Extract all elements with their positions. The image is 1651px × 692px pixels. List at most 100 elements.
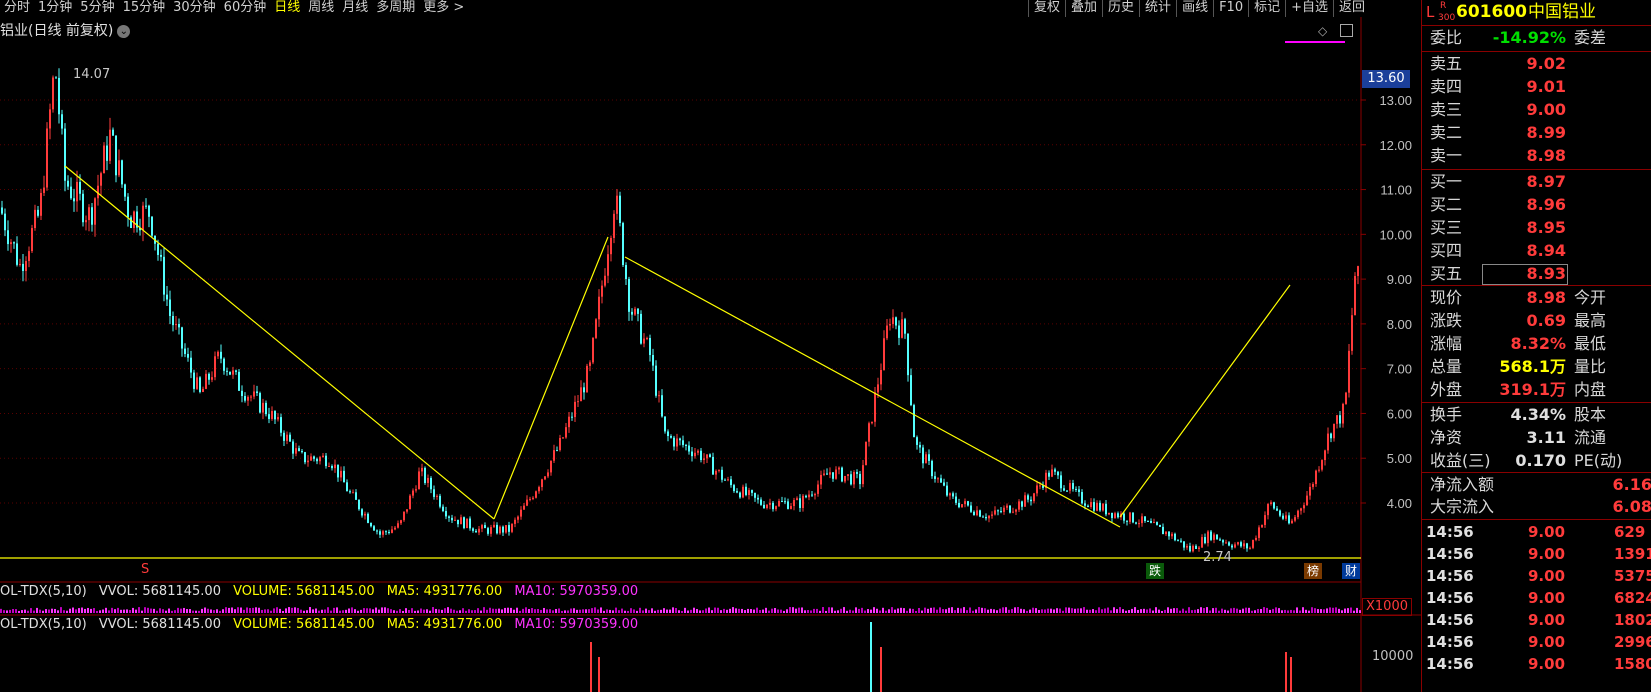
quote-value: 8.99 — [1526, 123, 1566, 142]
tool-button[interactable]: 历史 — [1102, 0, 1139, 17]
quote-value: 4.34% — [1510, 405, 1566, 424]
market-prefix: L — [1426, 3, 1435, 21]
quote-row: 涨幅 8.32% 最低 — [1426, 333, 1651, 355]
trend-line[interactable] — [1119, 284, 1291, 518]
tool-button[interactable]: 叠加 — [1065, 0, 1102, 17]
y-tick-label: 4.00 — [1387, 496, 1412, 511]
quote-row: 卖一 8.98 — [1426, 145, 1651, 167]
tool-button[interactable]: +自选 — [1285, 0, 1333, 17]
ma5-label: MA5: 4931776.00 — [386, 617, 503, 632]
quote-row: 外盘 319.1万 内盘 — [1426, 379, 1651, 401]
tick-price: 9.00 — [1528, 589, 1566, 607]
y-tick-label: 13.00 — [1379, 93, 1412, 108]
y-tick-label: 9.00 — [1387, 272, 1412, 287]
quote-row: 卖三 9.00 — [1426, 99, 1651, 121]
tick-price: 9.00 — [1528, 655, 1566, 673]
tick-price: 9.00 — [1528, 545, 1566, 563]
maximize-icon[interactable] — [1340, 24, 1353, 37]
quote-value: 0.69 — [1526, 311, 1566, 330]
volume-scale: X1000 — [1362, 598, 1412, 616]
tick-row: 14:56 9.00 2996 — [1426, 631, 1651, 653]
tick-row: 14:56 9.00 6824 — [1426, 587, 1651, 609]
tick-price: 9.00 — [1528, 567, 1566, 585]
quote-label-2: 股本 — [1574, 405, 1607, 424]
quote-label-2: 今开 — [1574, 288, 1607, 307]
tool-button[interactable]: 画线 — [1176, 0, 1213, 17]
cai-marker[interactable]: 财 — [1342, 563, 1360, 579]
quote-value: 8.98 — [1526, 288, 1566, 307]
quote-value: 8.94 — [1526, 241, 1566, 260]
quote-row: 买四 8.94 — [1426, 240, 1651, 262]
quote-value: 8.96 — [1526, 195, 1566, 214]
chevron-down-icon[interactable]: ⌄ — [117, 25, 131, 38]
quote-value: 8.32% — [1510, 334, 1566, 353]
weibi-value: -14.92% — [1492, 28, 1566, 47]
tick-time: 14:56 — [1426, 633, 1474, 651]
chart-title: 铝业(日线 前复权) ⌄ — [0, 20, 131, 40]
period-tab[interactable]: 分时 — [0, 0, 34, 17]
period-tab[interactable]: 1分钟 — [34, 0, 76, 17]
trend-line[interactable] — [64, 165, 495, 520]
period-tab[interactable]: 30分钟 — [169, 0, 220, 17]
quote-value: 9.01 — [1526, 77, 1566, 96]
stock-header: L R 300 601600 中国铝业 — [1426, 0, 1651, 24]
quote-value: 8.98 — [1526, 146, 1566, 165]
quote-value: 8.97 — [1526, 172, 1566, 191]
quote-label: 涨跌 — [1430, 311, 1463, 330]
quote-value: 0.170 — [1515, 451, 1566, 470]
y-tick-label: 7.00 — [1387, 362, 1412, 377]
trend-line[interactable] — [624, 256, 1121, 528]
trend-line[interactable] — [493, 236, 609, 520]
period-tab[interactable]: 15分钟 — [119, 0, 170, 17]
volume-indicator-1: OL-TDX(5,10) VVOL: 5681145.00 VOLUME: 56… — [0, 584, 646, 599]
tick-price: 9.00 — [1528, 523, 1566, 541]
tick-volume: 2996 — [1614, 633, 1651, 651]
quote-label-2: 最低 — [1574, 334, 1607, 353]
quote-row: 卖四 9.01 — [1426, 76, 1651, 98]
y-tick-label: 10.00 — [1379, 227, 1412, 242]
current-price-tag: 13.60 — [1362, 70, 1410, 88]
tick-row: 14:56 9.00 629 — [1426, 521, 1651, 543]
ma5-label: MA5: 4931776.00 — [386, 584, 503, 599]
quote-label: 买五 — [1430, 264, 1463, 283]
diamond-icon[interactable]: ◇ — [1318, 24, 1327, 38]
tool-button[interactable]: 返回 — [1333, 0, 1370, 17]
period-tab[interactable]: 周线 — [304, 0, 338, 17]
high-label: 14.07 — [73, 67, 111, 82]
volume-indicator-2: OL-TDX(5,10) VVOL: 5681145.00 VOLUME: 56… — [0, 617, 646, 632]
tick-volume: 1580 — [1614, 655, 1651, 673]
quote-row: 卖二 8.99 — [1426, 122, 1651, 144]
quote-value: 568.1万 — [1499, 357, 1566, 376]
y-tick-label: 11.00 — [1380, 183, 1412, 198]
tick-volume: 629 — [1614, 523, 1646, 541]
period-tab[interactable]: 多周期 — [372, 0, 419, 17]
quote-label-2: 流通 — [1574, 428, 1607, 447]
ma10-label: MA10: 5970359.00 — [514, 617, 639, 632]
quote-value: 3.11 — [1526, 428, 1566, 447]
die-marker[interactable]: 跌 — [1146, 563, 1164, 579]
chart-tools: 复权 叠加 历史 统计 画线 F10 标记 +自选 返回 — [1028, 0, 1370, 17]
low-label: 2.74 — [1203, 550, 1232, 565]
period-tab[interactable]: 60分钟 — [220, 0, 271, 17]
flow-value: 6.08 — [1612, 497, 1651, 516]
flow-row: 净流入额 6.16 — [1426, 474, 1651, 496]
vvol-label: VVOL: 5681145.00 — [98, 617, 221, 632]
quote-label: 净资 — [1430, 428, 1463, 447]
quote-label-2: PE(动) — [1574, 451, 1623, 470]
tool-button[interactable]: 复权 — [1028, 0, 1065, 17]
volume-label: VOLUME: 5681145.00 — [233, 617, 375, 632]
flow-value: 6.16 — [1612, 475, 1651, 494]
period-tab[interactable]: 更多 > — [419, 0, 468, 17]
bang-marker[interactable]: 榜 — [1304, 563, 1322, 579]
period-tab[interactable]: 月线 — [338, 0, 372, 17]
s-marker[interactable]: S — [141, 562, 149, 577]
quote-row: 涨跌 0.69 最高 — [1426, 310, 1651, 332]
tool-button[interactable]: 统计 — [1139, 0, 1176, 17]
period-tab[interactable]: 日线 — [270, 0, 304, 17]
quote-label: 涨幅 — [1430, 334, 1463, 353]
period-tab[interactable]: 5分钟 — [76, 0, 118, 17]
selected-price-box[interactable] — [1482, 264, 1568, 285]
tool-button[interactable]: F10 — [1213, 0, 1248, 17]
quote-label-2: 量比 — [1574, 357, 1607, 376]
tool-button[interactable]: 标记 — [1248, 0, 1285, 17]
